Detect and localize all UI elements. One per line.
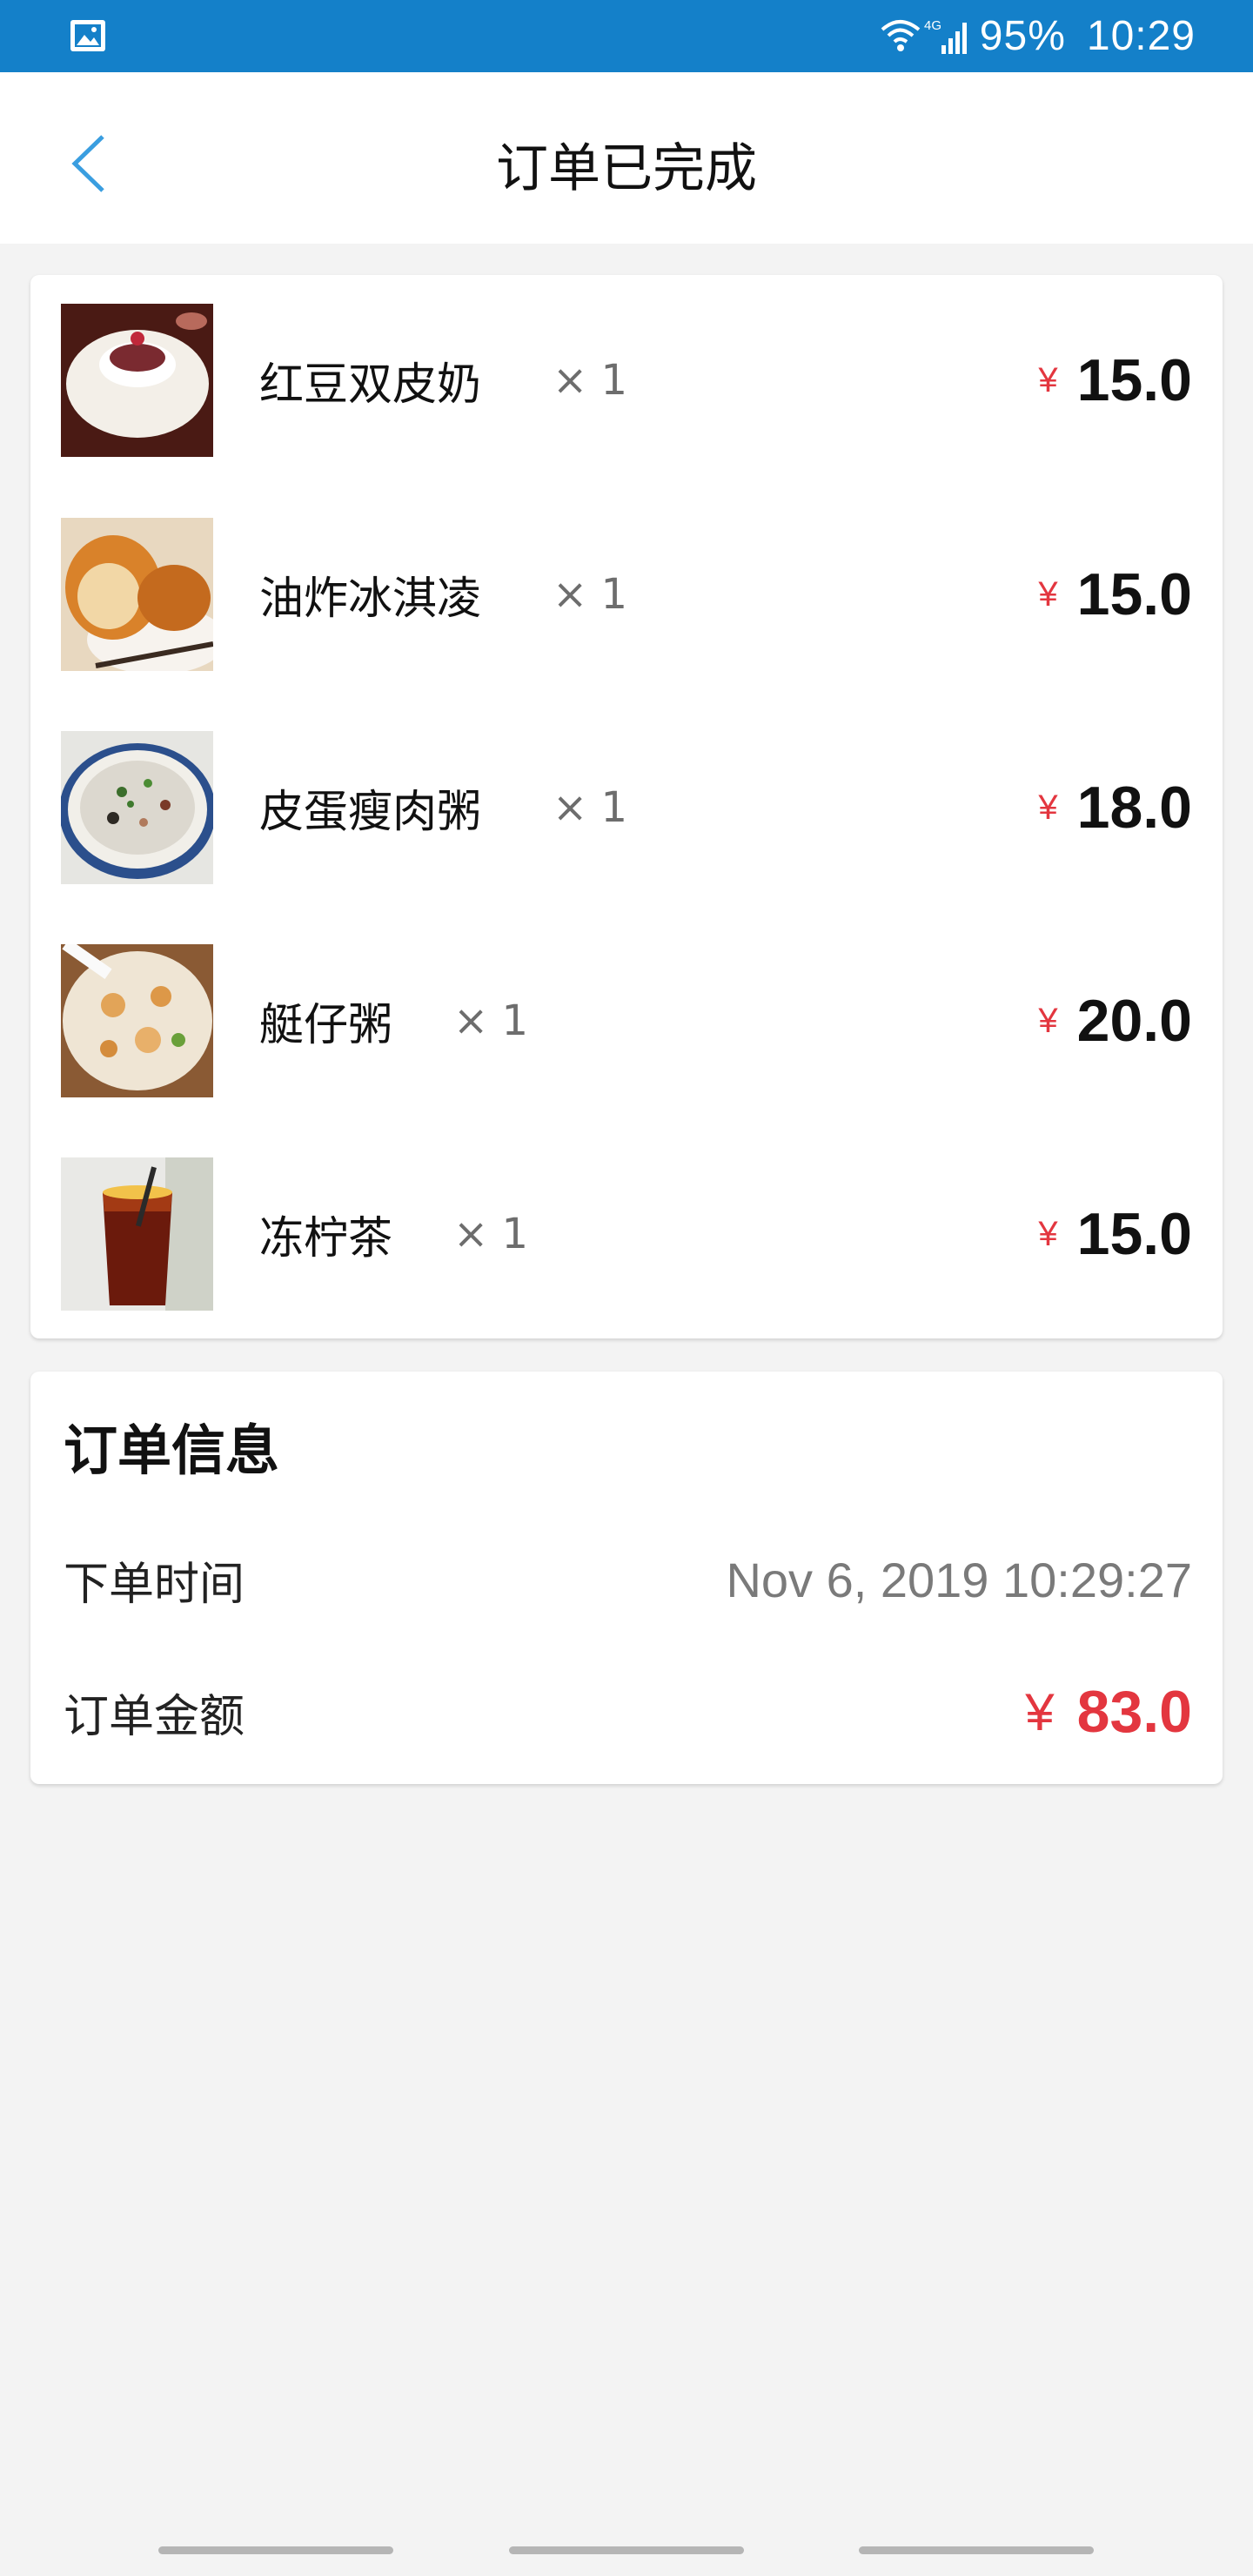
currency-symbol: ¥ <box>1038 788 1058 827</box>
price-value: 20.0 <box>1076 988 1192 1054</box>
order-item[interactable]: 皮蛋瘦肉粥 × 1 ¥ 18.0 <box>30 731 1223 884</box>
item-quantity: × 1 <box>553 356 628 405</box>
item-name: 冻柠茶 <box>259 1213 393 1265</box>
wifi-signal-icon: 4G <box>881 18 967 54</box>
status-bar: 4G 95% 10:29 <box>0 0 1253 72</box>
item-price: ¥ 18.0 <box>1038 731 1192 884</box>
clock: 10:29 <box>1086 13 1196 59</box>
dish-image <box>61 304 213 457</box>
item-quantity: × 1 <box>453 996 529 1045</box>
order-amount-row: 订单金额 ¥ 83.0 <box>64 1668 1192 1755</box>
header: 订单已完成 <box>0 72 1253 244</box>
currency-symbol: ¥ <box>1038 574 1058 614</box>
item-name: 红豆双皮奶 <box>259 359 482 411</box>
network-type-label: 4G <box>924 18 941 33</box>
order-time-label: 下单时间 <box>64 1558 245 1611</box>
item-price: ¥ 20.0 <box>1038 944 1192 1097</box>
dish-image <box>61 1157 213 1311</box>
dish-image <box>61 944 213 1097</box>
item-name: 皮蛋瘦肉粥 <box>259 787 482 838</box>
currency-symbol: ¥ <box>1025 1682 1055 1741</box>
currency-symbol: ¥ <box>1038 360 1058 399</box>
order-item[interactable]: 油炸冰淇凌 × 1 ¥ 15.0 <box>30 518 1223 671</box>
order-amount-label: 订单金额 <box>64 1690 245 1743</box>
nav-back-hint[interactable] <box>859 2546 1094 2554</box>
currency-symbol: ¥ <box>1038 1214 1058 1253</box>
price-value: 15.0 <box>1076 561 1192 627</box>
nav-home-hint[interactable] <box>509 2546 744 2554</box>
order-items-card: 红豆双皮奶 × 1 ¥ 15.0 油炸冰淇凌 × 1 ¥ 15.0 皮蛋瘦肉粥 … <box>30 275 1223 1338</box>
order-item[interactable]: 艇仔粥 × 1 ¥ 20.0 <box>30 944 1223 1097</box>
dish-image <box>61 731 213 884</box>
order-total-value: 83.0 <box>1076 1679 1192 1745</box>
battery-level: 95% <box>979 13 1066 59</box>
item-quantity: × 1 <box>453 1210 529 1258</box>
order-item[interactable]: 冻柠茶 × 1 ¥ 15.0 <box>30 1157 1223 1311</box>
gallery-notification-icon <box>70 20 105 51</box>
item-price: ¥ 15.0 <box>1038 518 1192 671</box>
order-time-row: 下单时间 Nov 6, 2019 10:29:27 <box>64 1536 1192 1623</box>
dish-image <box>61 518 213 671</box>
order-time-value: Nov 6, 2019 10:29:27 <box>726 1552 1192 1607</box>
page-title: 订单已完成 <box>496 138 757 199</box>
currency-symbol: ¥ <box>1038 1001 1058 1040</box>
order-info-title: 订单信息 <box>64 1419 280 1482</box>
item-quantity: × 1 <box>553 570 628 619</box>
item-price: ¥ 15.0 <box>1038 304 1192 457</box>
item-quantity: × 1 <box>553 783 628 832</box>
price-value: 18.0 <box>1076 775 1192 841</box>
price-value: 15.0 <box>1076 1201 1192 1267</box>
order-total: ¥ 83.0 <box>1025 1678 1192 1746</box>
price-value: 15.0 <box>1076 347 1192 413</box>
order-info-card: 订单信息 下单时间 Nov 6, 2019 10:29:27 订单金额 ¥ 83… <box>30 1372 1223 1784</box>
item-name: 艇仔粥 <box>259 1000 393 1051</box>
order-item[interactable]: 红豆双皮奶 × 1 ¥ 15.0 <box>30 304 1223 457</box>
item-name: 油炸冰淇凌 <box>259 574 482 625</box>
item-price: ¥ 15.0 <box>1038 1157 1192 1311</box>
nav-recents-hint[interactable] <box>158 2546 393 2554</box>
